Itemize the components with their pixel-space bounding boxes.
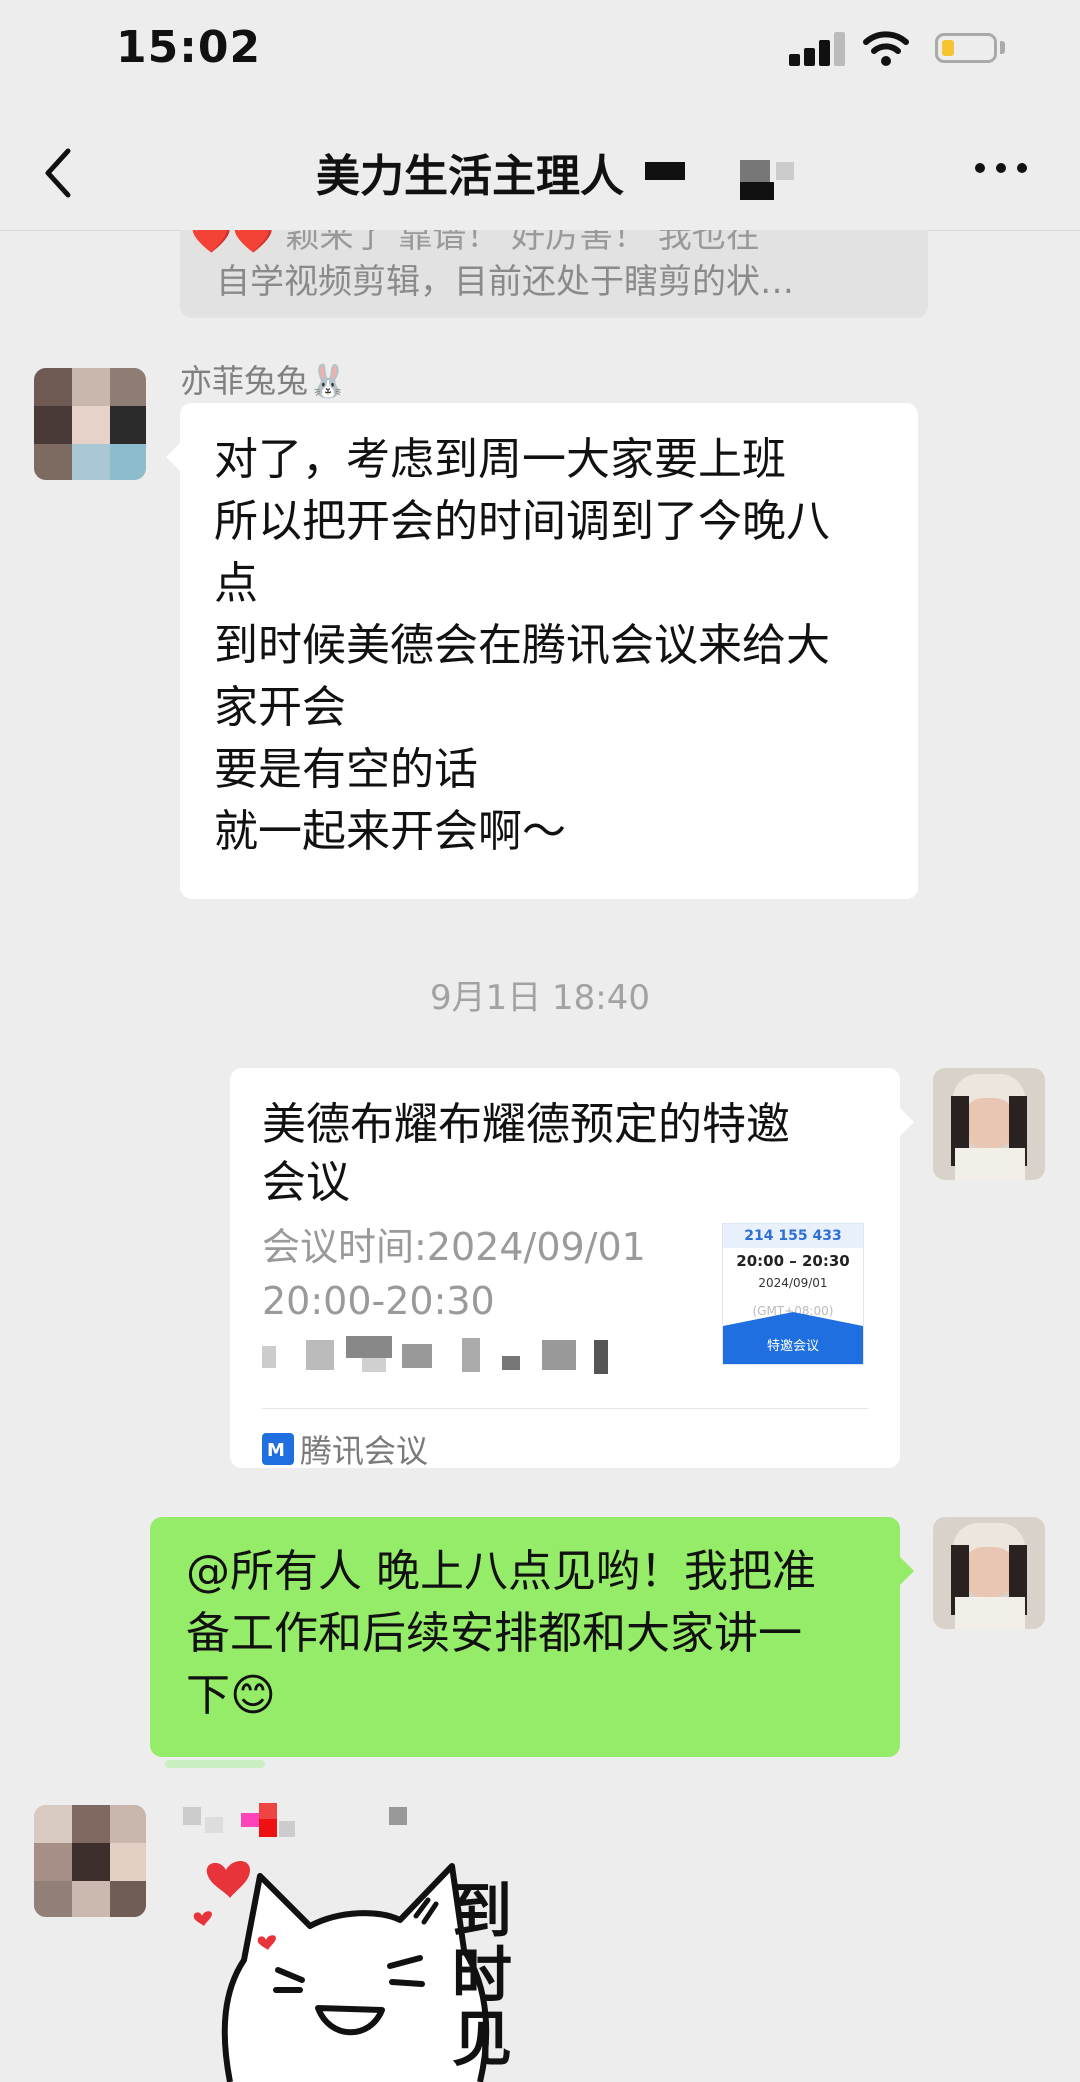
avatar[interactable] bbox=[34, 1805, 146, 1917]
card-title-line-2: 会议 bbox=[262, 1157, 350, 1208]
chat-title: 美力生活主理人 bbox=[316, 151, 624, 202]
message-line: @所有人 晚上八点见哟！我把准 bbox=[186, 1546, 816, 1597]
message-line: 家开会 bbox=[214, 682, 346, 733]
redacted-meeting-id bbox=[262, 1336, 642, 1376]
more-icon[interactable] bbox=[975, 160, 1031, 174]
message-line: 要是有空的话 bbox=[214, 744, 478, 795]
message-line: 所以把开会的时间调到了今晚八 bbox=[214, 496, 830, 547]
message-bubble-sent[interactable]: @所有人 晚上八点见哟！我把准 备工作和后续安排都和大家讲一 下😊 bbox=[150, 1517, 914, 1757]
message-line: 点 bbox=[214, 558, 258, 609]
quoted-message[interactable]: ❤️❤️ 颖来了 靠谱！ 好厉害！ 我也在 自学视频剪辑，目前还处于瞎剪的状… bbox=[180, 230, 928, 318]
sticker-text: 到时见 bbox=[452, 1877, 512, 2075]
status-time: 15:02 bbox=[116, 22, 262, 73]
message-bubble-received[interactable]: 对了，考虑到周一大家要上班 所以把开会的时间调到了今晚八 点 到时候美德会在腾讯… bbox=[166, 403, 918, 899]
sender-name: 亦菲兔兔🐰 bbox=[180, 362, 348, 400]
meeting-thumbnail: 214 155 433 20:00 – 20:30 2024/09/01 (GM… bbox=[722, 1223, 864, 1365]
self-avatar[interactable] bbox=[933, 1068, 1045, 1180]
card-title-line-1: 美德布耀布耀德预定的特邀 bbox=[262, 1099, 790, 1150]
card-meeting-time: 会议时间:2024/09/01 bbox=[262, 1225, 646, 1269]
quoted-line-1: ❤️❤️ 颖来了 靠谱！ 好厉害！ 我也在 bbox=[190, 230, 760, 256]
battery-icon bbox=[935, 33, 997, 63]
tencent-meeting-icon: M bbox=[262, 1433, 294, 1465]
wifi-icon bbox=[863, 31, 909, 66]
meeting-card[interactable]: 美德布耀布耀德预定的特邀 会议 会议时间:2024/09/01 20:00-20… bbox=[230, 1068, 914, 1470]
self-avatar[interactable] bbox=[933, 1517, 1045, 1629]
timestamp: 9月1日 18:40 bbox=[429, 978, 651, 1018]
card-footer: M 腾讯会议 bbox=[262, 1426, 428, 1472]
message-line: 到时候美德会在腾讯会议来给大 bbox=[214, 620, 830, 671]
message-line: 就一起来开会啊～ bbox=[214, 806, 566, 857]
card-meeting-range: 20:00-20:30 bbox=[262, 1279, 495, 1323]
redacted-sender-name bbox=[183, 1803, 413, 1837]
message-line: 备工作和后续安排都和大家讲一 bbox=[186, 1608, 802, 1659]
avatar[interactable] bbox=[34, 368, 146, 480]
signal-icon bbox=[789, 30, 845, 66]
quoted-line-2: 自学视频剪辑，目前还处于瞎剪的状… bbox=[216, 262, 794, 302]
message-line: 对了，考虑到周一大家要上班 bbox=[214, 434, 786, 485]
title-redaction bbox=[645, 162, 685, 180]
message-line: 下😊 bbox=[186, 1670, 276, 1721]
